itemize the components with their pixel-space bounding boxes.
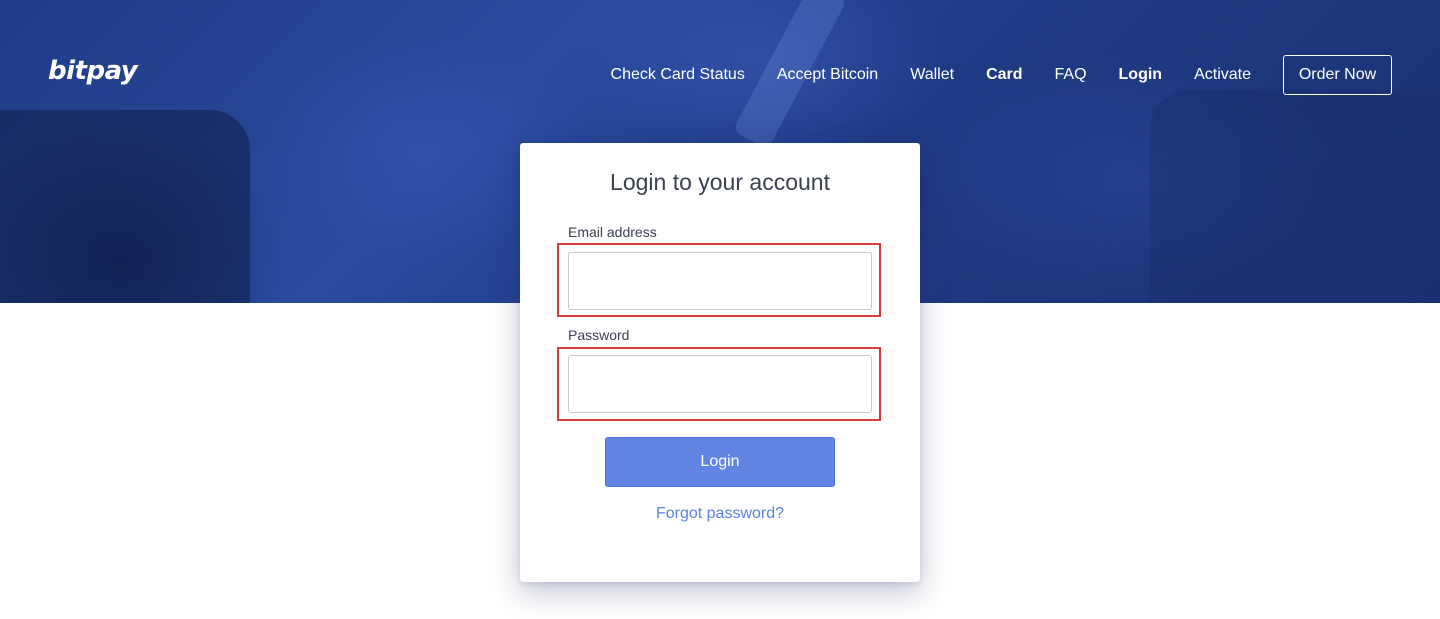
nav-wallet[interactable]: Wallet — [910, 55, 954, 95]
order-now-button[interactable]: Order Now — [1283, 55, 1392, 95]
login-card: Login to your account Email address Pass… — [520, 143, 920, 582]
nav-activate[interactable]: Activate — [1194, 55, 1251, 95]
top-navigation: Check Card Status Accept Bitcoin Wallet … — [579, 55, 1392, 95]
nav-faq[interactable]: FAQ — [1055, 55, 1087, 95]
email-label: Email address — [568, 224, 657, 240]
nav-check-card-status[interactable]: Check Card Status — [611, 55, 745, 95]
login-title: Login to your account — [610, 169, 830, 195]
password-field[interactable] — [568, 355, 872, 413]
bitpay-logo[interactable]: bitpay — [48, 56, 138, 86]
forgot-password-link[interactable]: Forgot password? — [520, 505, 920, 523]
nav-card[interactable]: Card — [986, 55, 1022, 95]
password-label: Password — [568, 327, 630, 343]
email-field[interactable] — [568, 252, 872, 310]
hero-background-shape — [1150, 90, 1440, 303]
nav-login[interactable]: Login — [1119, 55, 1163, 95]
hero-background-shape — [0, 110, 250, 303]
nav-accept-bitcoin[interactable]: Accept Bitcoin — [777, 55, 878, 95]
login-button[interactable]: Login — [605, 437, 835, 487]
